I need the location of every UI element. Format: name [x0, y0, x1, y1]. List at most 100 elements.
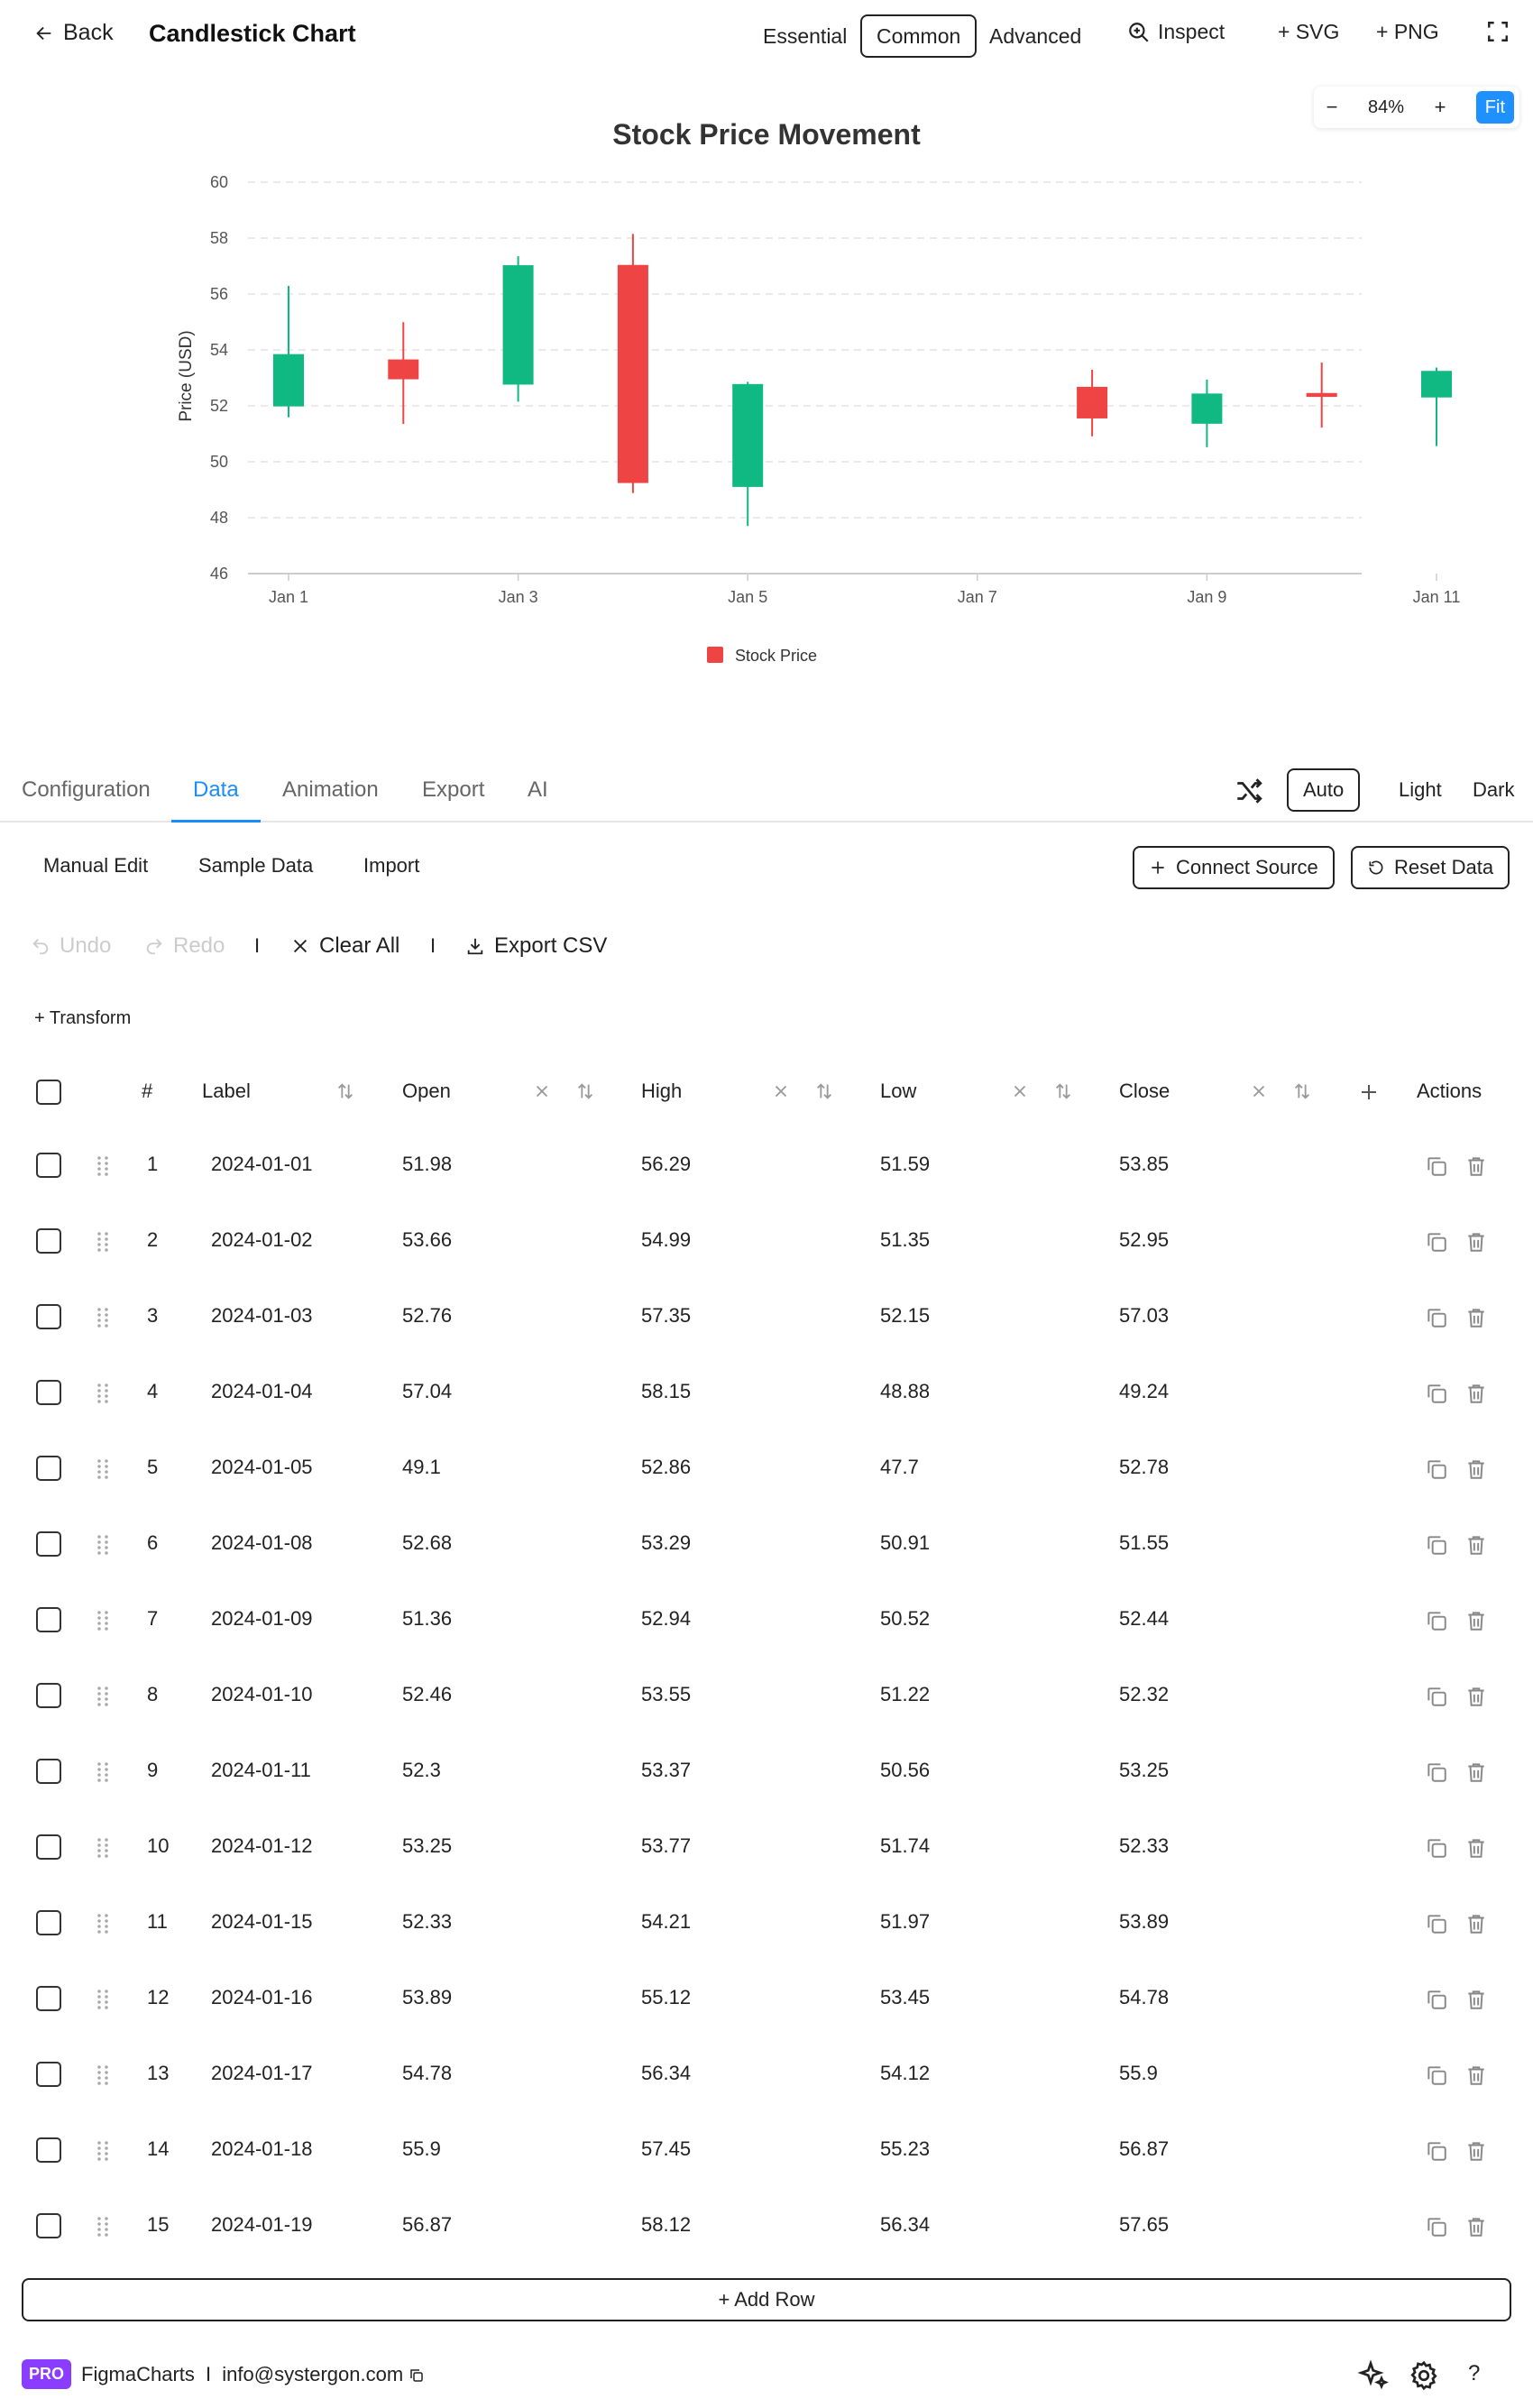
row-low[interactable]: 56.34 — [880, 2213, 930, 2237]
duplicate-icon[interactable] — [1425, 1457, 1448, 1481]
row-label[interactable]: 2024-01-05 — [211, 1456, 313, 1479]
sort-icon[interactable] — [1053, 1081, 1073, 1101]
sort-icon[interactable] — [335, 1081, 355, 1101]
duplicate-icon[interactable] — [1425, 1609, 1448, 1632]
row-checkbox[interactable] — [36, 1304, 61, 1329]
row-open[interactable]: 52.68 — [402, 1531, 452, 1555]
row-open[interactable]: 52.3 — [402, 1759, 441, 1782]
row-label[interactable]: 2024-01-10 — [211, 1683, 313, 1706]
drag-handle-icon[interactable] — [96, 1154, 110, 1178]
row-checkbox[interactable] — [36, 2213, 61, 2238]
candle[interactable] — [617, 234, 648, 493]
trash-icon[interactable] — [1464, 1230, 1488, 1254]
clear-all-button[interactable]: Clear All — [290, 933, 399, 959]
row-label[interactable]: 2024-01-09 — [211, 1607, 313, 1631]
theme-light[interactable]: Light — [1384, 768, 1456, 812]
candle[interactable] — [1421, 367, 1452, 446]
add-png-button[interactable]: + PNG — [1376, 20, 1439, 44]
col-header-label[interactable]: Label — [202, 1080, 251, 1103]
drag-handle-icon[interactable] — [96, 1230, 110, 1254]
drag-handle-icon[interactable] — [96, 2139, 110, 2163]
row-open[interactable]: 57.04 — [402, 1380, 452, 1403]
row-checkbox[interactable] — [36, 1456, 61, 1481]
row-checkbox[interactable] — [36, 1607, 61, 1632]
row-close[interactable]: 55.9 — [1119, 2062, 1158, 2085]
gear-icon[interactable] — [1408, 2359, 1440, 2392]
subtab-sample-data[interactable]: Sample Data — [198, 854, 313, 878]
row-low[interactable]: 50.91 — [880, 1531, 930, 1555]
row-open[interactable]: 53.89 — [402, 1986, 452, 2009]
duplicate-icon[interactable] — [1425, 2215, 1448, 2238]
row-close[interactable]: 53.85 — [1119, 1153, 1169, 1176]
row-close[interactable]: 49.24 — [1119, 1380, 1169, 1403]
row-checkbox[interactable] — [36, 2137, 61, 2163]
shuffle-icon[interactable] — [1234, 776, 1264, 806]
row-label[interactable]: 2024-01-03 — [211, 1304, 313, 1328]
row-close[interactable]: 52.33 — [1119, 1834, 1169, 1858]
row-close[interactable]: 53.89 — [1119, 1910, 1169, 1934]
back-button[interactable]: Back — [34, 20, 114, 46]
row-label[interactable]: 2024-01-02 — [211, 1228, 313, 1252]
row-label[interactable]: 2024-01-15 — [211, 1910, 313, 1934]
add-svg-button[interactable]: + SVG — [1278, 20, 1339, 44]
trash-icon[interactable] — [1464, 1382, 1488, 1405]
legend-label[interactable]: Stock Price — [735, 647, 817, 665]
redo-button[interactable]: Redo — [144, 933, 225, 959]
drag-handle-icon[interactable] — [96, 1457, 110, 1481]
duplicate-icon[interactable] — [1425, 1988, 1448, 2011]
col-header-low[interactable]: Low — [880, 1080, 916, 1103]
trash-icon[interactable] — [1464, 1760, 1488, 1784]
drag-handle-icon[interactable] — [96, 1382, 110, 1405]
remove-column-icon[interactable] — [771, 1081, 791, 1101]
drag-handle-icon[interactable] — [96, 1760, 110, 1784]
row-open[interactable]: 51.36 — [402, 1607, 452, 1631]
row-close[interactable]: 56.87 — [1119, 2137, 1169, 2161]
row-high[interactable]: 53.77 — [641, 1834, 691, 1858]
row-close[interactable]: 57.65 — [1119, 2213, 1169, 2237]
row-checkbox[interactable] — [36, 1153, 61, 1178]
trash-icon[interactable] — [1464, 2139, 1488, 2163]
row-low[interactable]: 51.74 — [880, 1834, 930, 1858]
row-open[interactable]: 49.1 — [402, 1456, 441, 1479]
row-low[interactable]: 51.22 — [880, 1683, 930, 1706]
row-low[interactable]: 48.88 — [880, 1380, 930, 1403]
row-label[interactable]: 2024-01-08 — [211, 1531, 313, 1555]
tab-animation[interactable]: Animation — [282, 777, 379, 823]
row-open[interactable]: 53.66 — [402, 1228, 452, 1252]
sparkles-icon[interactable] — [1357, 2359, 1390, 2392]
row-label[interactable]: 2024-01-19 — [211, 2213, 313, 2237]
remove-column-icon[interactable] — [1010, 1081, 1030, 1101]
col-header-close[interactable]: Close — [1119, 1080, 1170, 1103]
candle[interactable] — [1191, 379, 1223, 447]
duplicate-icon[interactable] — [1425, 1382, 1448, 1405]
candle[interactable] — [388, 322, 419, 425]
row-low[interactable]: 51.59 — [880, 1153, 930, 1176]
help-button[interactable]: ? — [1468, 2361, 1480, 2386]
drag-handle-icon[interactable] — [96, 1685, 110, 1708]
row-low[interactable]: 51.35 — [880, 1228, 930, 1252]
row-open[interactable]: 52.46 — [402, 1683, 452, 1706]
row-close[interactable]: 52.32 — [1119, 1683, 1169, 1706]
duplicate-icon[interactable] — [1425, 1836, 1448, 1860]
level-advanced[interactable]: Advanced — [975, 14, 1096, 58]
row-low[interactable]: 52.15 — [880, 1304, 930, 1328]
level-common[interactable]: Common — [860, 14, 978, 58]
row-label[interactable]: 2024-01-04 — [211, 1380, 313, 1403]
theme-auto[interactable]: Auto — [1287, 768, 1361, 812]
row-close[interactable]: 52.78 — [1119, 1456, 1169, 1479]
row-open[interactable]: 52.76 — [402, 1304, 452, 1328]
add-row-button[interactable]: + Add Row — [22, 2278, 1511, 2321]
trash-icon[interactable] — [1464, 1306, 1488, 1329]
drag-handle-icon[interactable] — [96, 2063, 110, 2087]
row-low[interactable]: 51.97 — [880, 1910, 930, 1934]
contact-email[interactable]: info@systergon.com — [222, 2363, 403, 2385]
row-open[interactable]: 53.25 — [402, 1834, 452, 1858]
row-high[interactable]: 53.29 — [641, 1531, 691, 1555]
row-label[interactable]: 2024-01-18 — [211, 2137, 313, 2161]
trash-icon[interactable] — [1464, 1685, 1488, 1708]
row-high[interactable]: 56.34 — [641, 2062, 691, 2085]
row-high[interactable]: 54.21 — [641, 1910, 691, 1934]
row-low[interactable]: 50.56 — [880, 1759, 930, 1782]
connect-source-button[interactable]: Connect Source — [1133, 846, 1335, 889]
undo-button[interactable]: Undo — [31, 933, 111, 959]
